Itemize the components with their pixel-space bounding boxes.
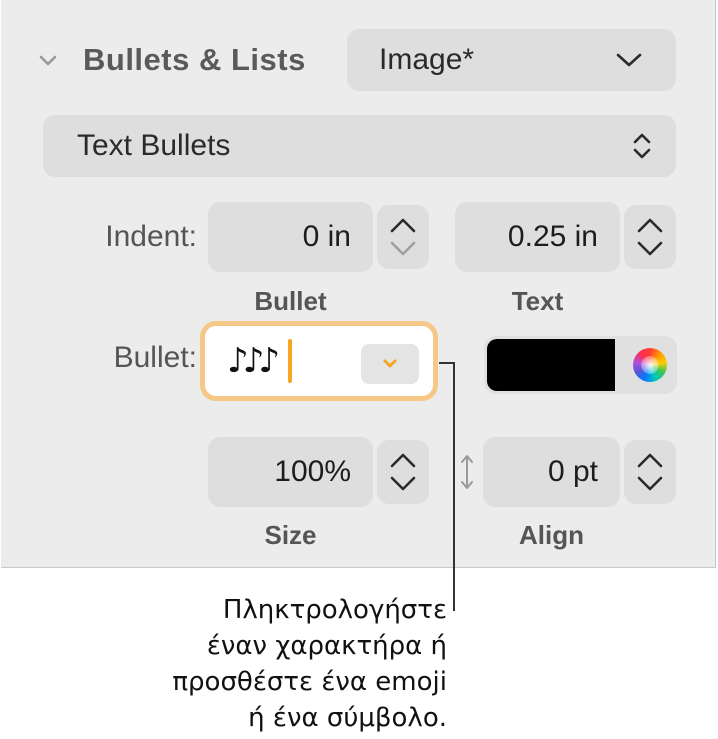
bullet-size-stepper[interactable] bbox=[377, 440, 429, 504]
bullet-size-label: Size bbox=[264, 520, 317, 550]
list-style-value: Image* bbox=[379, 43, 475, 76]
callout-text: Πληκτρολογήστε έναν χαρακτήρα ή προσθέστ… bbox=[172, 592, 447, 736]
section-title: Bullets & Lists bbox=[83, 42, 306, 77]
list-style-popup[interactable]: Image* bbox=[347, 29, 676, 91]
callout-line: Πληκτρολογήστε bbox=[222, 595, 447, 625]
bullet-size-field[interactable]: 100% bbox=[208, 437, 373, 507]
chevron-down-icon[interactable] bbox=[37, 49, 59, 71]
bullet-color-well[interactable] bbox=[484, 336, 677, 394]
bullet-type-popup[interactable]: Text Bullets bbox=[43, 115, 676, 177]
chevron-up-icon[interactable] bbox=[388, 215, 418, 237]
text-indent-stepper[interactable] bbox=[624, 205, 676, 269]
chevron-up-icon[interactable] bbox=[388, 450, 418, 472]
bullets-lists-header[interactable]: Bullets & Lists bbox=[37, 40, 306, 80]
bullet-indent-label: Bullet bbox=[254, 286, 327, 316]
bullet-label: Bullet: bbox=[113, 341, 197, 374]
bullet-character-value: ♪♪♪ bbox=[227, 341, 280, 381]
text-indent-label: Text bbox=[511, 286, 564, 316]
chevron-down-icon[interactable] bbox=[635, 237, 665, 259]
chevron-down-icon[interactable] bbox=[388, 472, 418, 494]
bullet-indent-field[interactable]: 0 in bbox=[208, 202, 373, 272]
bullet-align-stepper[interactable] bbox=[624, 440, 676, 504]
chevron-down-icon bbox=[616, 53, 642, 67]
callout-line: έναν χαρακτήρα ή bbox=[206, 631, 447, 661]
bullet-indent-stepper[interactable] bbox=[377, 205, 429, 269]
bullet-type-value: Text Bullets bbox=[77, 129, 231, 162]
text-indent-field[interactable]: 0.25 in bbox=[455, 202, 620, 272]
chevron-down-icon bbox=[383, 359, 397, 368]
indent-label: Indent: bbox=[105, 220, 197, 253]
text-caret bbox=[288, 339, 293, 383]
chevron-up-icon[interactable] bbox=[635, 450, 665, 472]
color-swatch[interactable] bbox=[487, 339, 615, 391]
color-wheel-icon[interactable] bbox=[633, 348, 667, 382]
bullet-picker-button[interactable] bbox=[361, 344, 419, 384]
bullet-align-label: Align bbox=[519, 520, 584, 550]
format-sidebar-panel: Bullets & Lists Image* Text Bullets Inde… bbox=[1, 0, 716, 568]
bullet-character-field[interactable]: ♪♪♪ bbox=[200, 321, 438, 401]
callout-leader-line bbox=[439, 362, 455, 611]
bullet-align-field[interactable]: 0 pt bbox=[483, 437, 620, 507]
up-down-chevron-icon bbox=[633, 133, 651, 159]
callout-line: προσθέστε ένα emoji bbox=[172, 667, 447, 697]
callout-line: ή ένα σύμβολο. bbox=[248, 703, 447, 733]
bullet-character-input[interactable]: ♪♪♪ bbox=[211, 332, 427, 390]
chevron-up-icon[interactable] bbox=[635, 215, 665, 237]
vertical-align-icon bbox=[461, 455, 473, 489]
chevron-down-icon[interactable] bbox=[388, 237, 418, 259]
chevron-down-icon[interactable] bbox=[635, 472, 665, 494]
